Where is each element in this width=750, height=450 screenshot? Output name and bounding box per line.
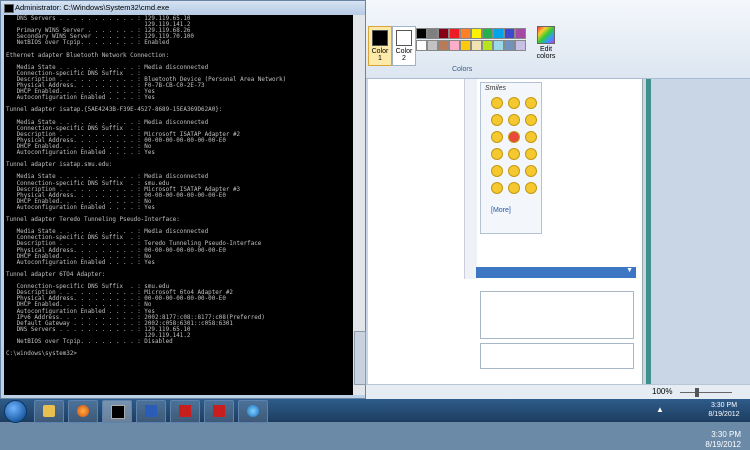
show-hidden-icons-icon[interactable]: ▲ xyxy=(656,405,666,415)
firefox-icon xyxy=(77,405,89,417)
smiles-panel: Smiles [More] xyxy=(480,82,542,234)
zoom-slider-thumb[interactable] xyxy=(695,388,699,397)
palette-swatch[interactable] xyxy=(482,28,493,39)
palette-swatch[interactable] xyxy=(416,40,427,51)
smiley-icon[interactable] xyxy=(508,148,520,160)
vertical-scrollbar[interactable] xyxy=(464,79,477,279)
palette-swatch[interactable] xyxy=(427,40,438,51)
taskbar-date: 8/19/2012 xyxy=(708,411,740,418)
smiley-icon[interactable] xyxy=(525,131,537,143)
cmd-title: Administrator: C:\Windows\System32\cmd.e… xyxy=(15,3,170,12)
smiley-icon[interactable] xyxy=(491,182,503,194)
cmd-window: Administrator: C:\Windows\System32\cmd.e… xyxy=(0,0,366,399)
palette-swatch[interactable] xyxy=(493,40,504,51)
start-button[interactable] xyxy=(4,400,27,423)
smiley-icon[interactable] xyxy=(508,165,520,177)
color1-label: Color 1 xyxy=(371,48,389,62)
collapsible-header[interactable]: ▼ xyxy=(476,267,636,278)
pdf-icon xyxy=(179,405,191,417)
more-smiles-link[interactable]: [More] xyxy=(491,207,511,214)
overlay-date: 8/19/2012 xyxy=(705,440,741,449)
smiley-icon[interactable] xyxy=(525,97,537,109)
smiley-icon[interactable] xyxy=(491,148,503,160)
overlay-time: 3:30 PM xyxy=(711,430,741,439)
cmd-scrollbar[interactable] xyxy=(353,15,366,395)
zoom-level: 100% xyxy=(652,387,673,396)
smiley-icon[interactable] xyxy=(508,97,520,109)
paint-ribbon: Color 1 Color 2 Colors Edit colors xyxy=(360,0,750,79)
palette-swatch[interactable] xyxy=(493,28,504,39)
smiley-icon[interactable] xyxy=(508,114,520,126)
palette-swatch[interactable] xyxy=(471,28,482,39)
palette-swatch[interactable] xyxy=(438,28,449,39)
taskbar-clock[interactable]: 3:30 PM 8/19/2012 xyxy=(703,401,745,419)
palette-swatch[interactable] xyxy=(449,40,460,51)
taskbar-firefox[interactable] xyxy=(68,400,98,423)
color2-button[interactable]: Color 2 xyxy=(392,26,416,66)
taskbar: ▲ 3:30 PM 8/19/2012 xyxy=(0,399,750,423)
ie-icon xyxy=(247,405,259,417)
palette-swatch[interactable] xyxy=(504,40,515,51)
taskbar-pdf[interactable] xyxy=(170,400,200,423)
chevron-down-icon[interactable]: ▼ xyxy=(626,267,633,274)
palette-swatch[interactable] xyxy=(471,40,482,51)
rainbow-icon xyxy=(537,26,555,44)
cmd-icon xyxy=(4,4,14,13)
palette-swatch[interactable] xyxy=(515,40,526,51)
text-area-secondary[interactable] xyxy=(480,343,634,369)
palette-swatch[interactable] xyxy=(460,28,471,39)
cmd-console[interactable]: DNS Servers . . . . . . . . . . . : 129.… xyxy=(4,15,353,395)
palette-swatch[interactable] xyxy=(460,40,471,51)
color1-button[interactable]: Color 1 xyxy=(368,26,392,66)
colors-group-label: Colors xyxy=(452,66,473,73)
palette-swatch[interactable] xyxy=(438,40,449,51)
window-edge xyxy=(646,79,651,399)
taskbar-time: 3:30 PM xyxy=(710,402,738,409)
color1-swatch xyxy=(372,30,388,46)
pdf-icon xyxy=(213,405,225,417)
taskbar-cmd[interactable] xyxy=(102,400,132,423)
paint-window: Color 1 Color 2 Colors Edit colors Smile… xyxy=(360,0,750,449)
canvas-area: Smiles [More] ▼ 3:30 PM 8/19/2012 xyxy=(360,79,750,449)
overlay-clock: 3:30 PM 8/19/2012 xyxy=(695,430,741,450)
smiley-icon[interactable] xyxy=(491,97,503,109)
word-icon xyxy=(145,405,157,417)
taskbar-ie[interactable] xyxy=(238,400,268,423)
palette-swatch[interactable] xyxy=(449,28,460,39)
palette-swatch[interactable] xyxy=(515,28,526,39)
smiles-header: Smiles xyxy=(485,85,507,92)
cmd-scroll-thumb[interactable] xyxy=(354,331,366,385)
status-bar: 100% xyxy=(360,384,750,400)
smiley-icon[interactable] xyxy=(525,114,537,126)
smiley-icon[interactable] xyxy=(508,131,520,143)
folder-icon xyxy=(43,405,55,417)
smiley-icon[interactable] xyxy=(525,165,537,177)
palette-swatch[interactable] xyxy=(504,28,515,39)
smiley-icon[interactable] xyxy=(491,165,503,177)
zoom-slider-track[interactable] xyxy=(680,392,732,393)
palette-swatch[interactable] xyxy=(416,28,427,39)
smiley-icon[interactable] xyxy=(525,148,537,160)
color2-label: Color 2 xyxy=(395,48,413,62)
cmd-output: DNS Servers . . . . . . . . . . . : 129.… xyxy=(6,16,287,358)
edit-colors-button[interactable]: Edit colors xyxy=(534,24,558,64)
cmd-icon xyxy=(111,405,125,419)
taskbar-word[interactable] xyxy=(136,400,166,423)
taskbar-pdf-2[interactable] xyxy=(204,400,234,423)
smiley-icon[interactable] xyxy=(491,114,503,126)
palette-swatch[interactable] xyxy=(427,28,438,39)
smiley-icon[interactable] xyxy=(508,182,520,194)
text-area[interactable] xyxy=(480,291,634,339)
cmd-titlebar[interactable]: Administrator: C:\Windows\System32\cmd.e… xyxy=(1,1,365,15)
palette-swatch[interactable] xyxy=(482,40,493,51)
smiley-icon[interactable] xyxy=(525,182,537,194)
color2-swatch xyxy=(396,30,412,46)
taskbar-explorer[interactable] xyxy=(34,400,64,423)
smiley-icon[interactable] xyxy=(491,131,503,143)
edit-colors-label: Edit colors xyxy=(536,46,556,60)
